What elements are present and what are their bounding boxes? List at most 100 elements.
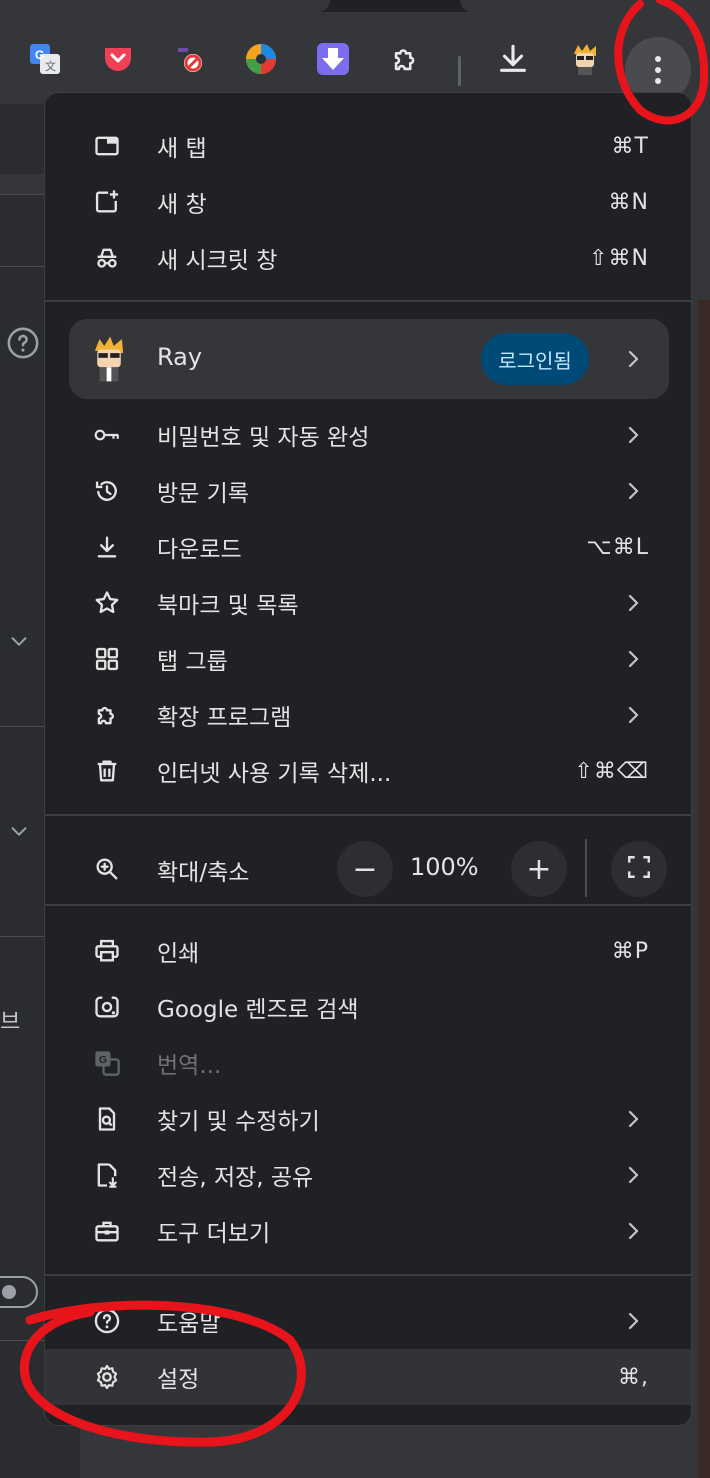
menu-item-label: 방문 기록 [157,481,249,507]
profile-row[interactable]: Ray 로그인됨 [69,319,669,399]
chevron-right-icon [621,479,645,503]
menu-item-shortcut: ⌘N [608,189,649,215]
menu-item-label: 전송, 저장, 공유 [157,1165,314,1191]
browser-toolbar: G文 [0,12,710,104]
chrome-main-menu: 새 탭 ⌘T 새 창 ⌘N 새 시크릿 창 ⇧⌘N Ray 로그인됨 비밀번호 … [44,92,692,1426]
star-icon [93,589,121,617]
menu-item-label: Google 렌즈로 검색 [157,997,359,1023]
find-icon [93,1105,121,1133]
google-translate-icon[interactable]: G文 [28,42,62,76]
minus-icon: − [352,851,378,887]
menu-item-label: 비밀번호 및 자동 완성 [157,425,370,451]
svg-text:G: G [35,48,44,62]
menu-item-new-tab[interactable]: 새 탭 ⌘T [45,118,691,174]
menu-item-settings[interactable]: 설정 ⌘, [45,1349,691,1405]
chevron-down-icon[interactable] [8,630,30,656]
toggle-switch[interactable] [0,1276,38,1308]
new-tab-icon [93,132,121,160]
menu-item-label: 탭 그룹 [157,649,228,675]
plus-icon: + [526,851,552,887]
menu-item-extensions[interactable]: 확장 프로그램 [45,687,691,743]
menu-item-find-edit[interactable]: 찾기 및 수정하기 [45,1091,691,1147]
blocker-icon[interactable] [174,42,208,76]
svg-text:文: 文 [45,59,56,73]
menu-item-shortcut: ⇧⌘N [589,245,649,271]
menu-item-label: 인터넷 사용 기록 삭제... [157,761,392,787]
zoom-out-button[interactable]: − [337,841,393,897]
chevron-right-icon [621,591,645,615]
menu-item-tab-groups[interactable]: 탭 그룹 [45,631,691,687]
incognito-icon [93,244,121,272]
chevron-right-icon [621,647,645,671]
menu-item-history[interactable]: 방문 기록 [45,463,691,519]
menu-item-translate: G 번역... [45,1035,691,1091]
toolbar-separator [458,56,461,86]
colorful-wheel-icon[interactable] [244,42,278,76]
tab[interactable] [460,0,710,12]
zoom-value: 100% [410,853,479,881]
svg-text:G: G [99,1054,107,1066]
menu-item-label: 도움말 [157,1311,221,1337]
chevron-right-icon [621,1107,645,1131]
translate-icon: G [93,1049,121,1077]
menu-item-help[interactable]: 도움말 [45,1293,691,1349]
menu-item-shortcut: ⌘T [611,133,649,159]
print-icon [93,937,121,965]
chevron-down-icon[interactable] [8,820,30,846]
lens-icon [93,993,121,1021]
profile-name: Ray [157,343,203,371]
chevron-right-icon [621,1309,645,1333]
download-arrow-icon[interactable] [316,42,350,76]
menu-item-print[interactable]: 인쇄 ⌘P [45,923,691,979]
chevron-right-icon [621,703,645,727]
tab[interactable] [0,0,330,12]
menu-separator [45,904,691,906]
menu-item-bookmarks[interactable]: 북마크 및 목록 [45,575,691,631]
fullscreen-button[interactable] [611,841,667,897]
pocket-icon[interactable] [101,42,135,76]
window-edge [698,300,710,1478]
menu-item-label: 새 시크릿 창 [157,248,278,274]
menu-item-google-lens[interactable]: Google 렌즈로 검색 [45,979,691,1035]
menu-separator [45,814,691,816]
new-window-icon [93,188,121,216]
profile-avatar-icon[interactable] [568,42,602,76]
help-circle-icon[interactable] [6,326,40,364]
gear-icon [93,1363,121,1391]
menu-item-label: 새 창 [157,192,207,218]
download-icon[interactable] [496,42,530,76]
menu-item-shortcut: ⌘, [618,1364,649,1390]
toolbox-icon [93,1217,121,1245]
menu-item-shortcut: ⇧⌘⌫ [574,758,649,784]
history-icon [93,477,121,505]
trash-icon [93,757,121,785]
menu-item-new-incognito[interactable]: 새 시크릿 창 ⇧⌘N [45,230,691,286]
menu-item-save-share[interactable]: 전송, 저장, 공유 [45,1147,691,1203]
zoom-in-button[interactable]: + [511,841,567,897]
tab-strip [0,0,710,12]
menu-item-downloads[interactable]: 다운로드 ⌥⌘L [45,519,691,575]
fullscreen-icon [626,854,652,884]
menu-item-passwords[interactable]: 비밀번호 및 자동 완성 [45,407,691,463]
menu-item-clear-browsing-data[interactable]: 인터넷 사용 기록 삭제... ⇧⌘⌫ [45,743,691,799]
menu-item-label: 번역... [157,1053,222,1079]
menu-item-label: 북마크 및 목록 [157,593,299,619]
menu-item-shortcut: ⌥⌘L [586,534,649,560]
menu-item-label: 도구 더보기 [157,1221,271,1247]
puzzle-icon[interactable] [389,42,423,76]
menu-separator [45,1274,691,1276]
puzzle-icon [93,701,121,729]
menu-item-label: 찾기 및 수정하기 [157,1109,320,1135]
help-icon [93,1307,121,1335]
key-icon [93,421,121,449]
menu-item-shortcut: ⌘P [611,938,649,964]
chevron-right-icon [621,347,645,375]
menu-item-label: 새 탭 [157,136,207,162]
menu-item-more-tools[interactable]: 도구 더보기 [45,1203,691,1259]
page-side-text: 브 [0,1010,21,1035]
save-share-icon [93,1161,121,1189]
download-icon [93,533,121,561]
signed-in-badge: 로그인됨 [481,333,589,385]
menu-item-new-window[interactable]: 새 창 ⌘N [45,174,691,230]
menu-item-label: 인쇄 [157,941,200,967]
